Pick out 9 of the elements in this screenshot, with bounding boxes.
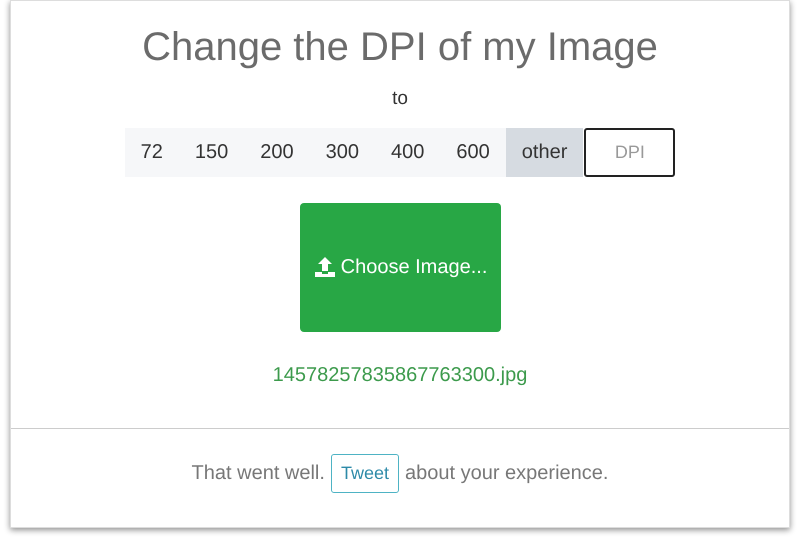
dpi-input-field[interactable]: DPI — [584, 128, 676, 176]
page-title: Change the DPI of my Image — [142, 24, 658, 71]
file-name: 14578257835867763300.jpg — [272, 362, 528, 388]
subtitle: to — [392, 87, 408, 111]
dpi-option[interactable]: other — [506, 128, 584, 176]
footer-text: about your experience. — [404, 461, 608, 486]
footer-text: That went well. — [192, 461, 325, 486]
upload-icon — [312, 255, 337, 279]
tweet-button[interactable]: Tweet — [330, 454, 399, 492]
